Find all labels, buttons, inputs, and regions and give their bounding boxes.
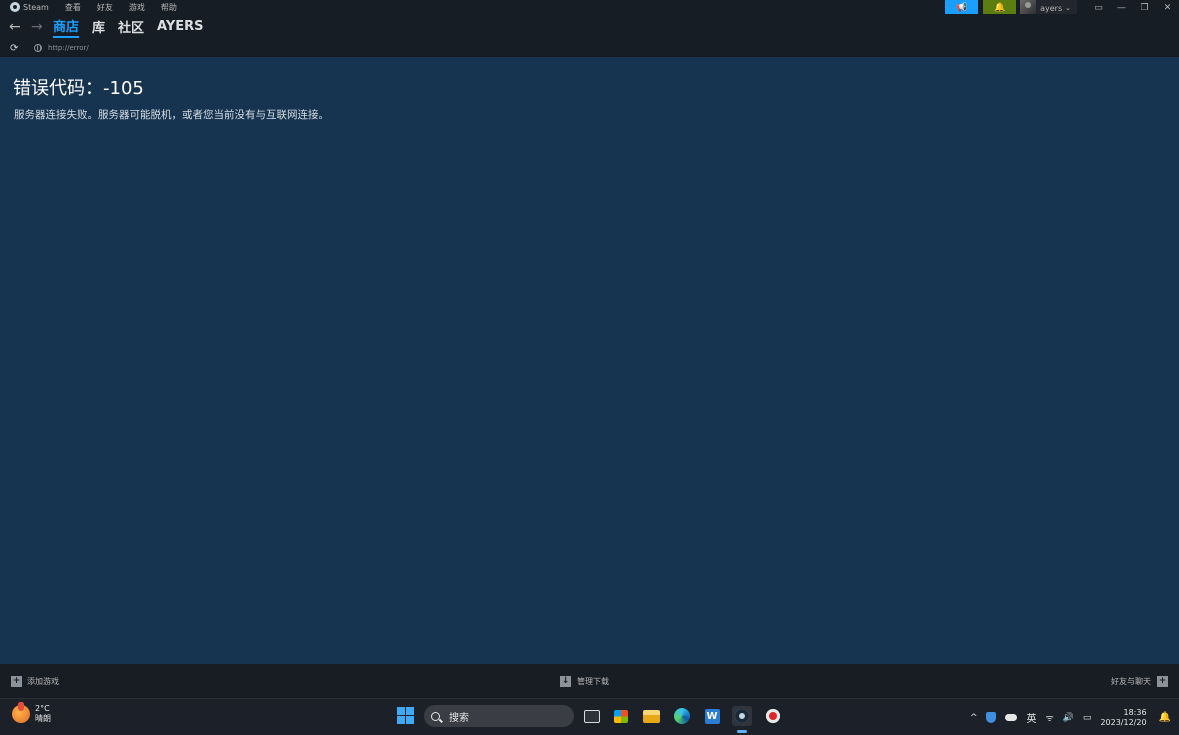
taskbar-search[interactable]: 搜索 <box>424 705 574 727</box>
windows-logo-icon <box>397 707 405 715</box>
steam-bottom-bar: + 添加游戏 ↓ 管理下载 好友与聊天 + <box>0 664 1179 698</box>
back-arrow-icon[interactable]: ← <box>9 19 23 35</box>
chevron-up-icon[interactable]: ^ <box>970 713 978 723</box>
plus-icon: + <box>11 676 22 687</box>
tab-profile[interactable]: AYERS <box>157 19 203 35</box>
close-button[interactable]: ✕ <box>1156 1 1179 15</box>
nav-tabs: 商店 库 社区 AYERS <box>53 16 217 38</box>
edge-browser-icon[interactable] <box>672 706 692 726</box>
microsoft-store-icon[interactable] <box>611 706 631 726</box>
file-explorer-icon[interactable] <box>641 706 661 726</box>
start-button[interactable] <box>397 707 414 724</box>
wifi-icon[interactable]: ᯤ <box>1045 711 1053 724</box>
ime-indicator[interactable]: 英 <box>1026 710 1036 725</box>
menu-items: 查看 好友 游戏 帮助 <box>65 2 177 13</box>
navigation-bar: ← → 商店 库 社区 AYERS <box>0 14 1179 40</box>
error-page: 错误代码：-105 服务器连接失败。服务器可能脱机，或者您当前没有与互联网连接。 <box>0 57 1179 664</box>
minimize-icon: — <box>1117 3 1126 13</box>
task-view-icon[interactable] <box>582 706 602 726</box>
weather-temp: 2°C <box>35 704 51 714</box>
screen-record-icon[interactable] <box>763 706 783 726</box>
manage-downloads-button[interactable]: ↓ 管理下载 <box>560 676 609 687</box>
steam-menu[interactable]: Steam <box>10 2 49 12</box>
globe-icon <box>34 44 42 52</box>
weather-icon <box>12 705 30 723</box>
steam-menu-label: Steam <box>23 3 49 12</box>
defender-icon[interactable] <box>986 712 996 723</box>
minimize-button[interactable]: — <box>1110 1 1133 15</box>
download-icon: ↓ <box>560 676 571 687</box>
weather-desc: 晴朗 <box>35 714 51 724</box>
steam-logo-icon <box>10 2 20 12</box>
volume-icon[interactable]: 🔊 <box>1063 713 1074 723</box>
monitor-icon: ▭ <box>1094 3 1103 13</box>
weather-text: 2°C 晴朗 <box>35 704 51 724</box>
system-tray: ^ 英 ᯤ 🔊 ▭ 18:36 2023/12/20 🔔 <box>970 699 1179 735</box>
chevron-down-icon: ⌄ <box>1065 4 1071 12</box>
error-description: 服务器连接失败。服务器可能脱机，或者您当前没有与互联网连接。 <box>14 107 329 122</box>
maximize-button[interactable]: ❐ <box>1133 1 1156 15</box>
notification-bell-icon[interactable]: 🔔 <box>1159 712 1171 723</box>
friends-chat-label: 好友与聊天 <box>1111 676 1151 687</box>
add-game-label: 添加游戏 <box>27 676 59 687</box>
add-game-button[interactable]: + 添加游戏 <box>11 676 59 687</box>
tab-community[interactable]: 社区 <box>118 17 144 37</box>
tab-library[interactable]: 库 <box>92 17 105 37</box>
clock[interactable]: 18:36 2023/12/20 <box>1100 708 1146 728</box>
bell-icon: 🔔 <box>994 3 1005 13</box>
big-picture-button[interactable]: ▭ <box>1087 1 1110 15</box>
menu-item-help[interactable]: 帮助 <box>161 2 177 13</box>
friends-icon: + <box>1157 676 1168 687</box>
clock-date: 2023/12/20 <box>1100 718 1146 728</box>
error-title: 错误代码：-105 <box>13 74 144 100</box>
battery-icon[interactable]: ▭ <box>1083 713 1092 723</box>
maximize-icon: ❐ <box>1140 3 1148 13</box>
forward-arrow-icon[interactable]: → <box>31 19 45 35</box>
search-icon <box>431 712 440 721</box>
menu-item-friends[interactable]: 好友 <box>97 2 113 13</box>
menu-item-view[interactable]: 查看 <box>65 2 81 13</box>
close-icon: ✕ <box>1164 3 1172 13</box>
search-label: 搜索 <box>449 709 469 724</box>
active-app-indicator <box>737 730 747 733</box>
reload-icon[interactable]: ⟳ <box>10 43 22 54</box>
account-name: ayers <box>1040 4 1062 13</box>
url-bar: ⟳ http://error/ <box>0 40 1179 56</box>
weather-widget[interactable]: 2°C 晴朗 <box>12 704 51 724</box>
onedrive-cloud-icon[interactable] <box>1005 714 1017 721</box>
steam-taskbar-icon[interactable] <box>732 706 752 726</box>
url-text[interactable]: http://error/ <box>48 44 89 52</box>
manage-downloads-label: 管理下载 <box>577 676 609 687</box>
clock-time: 18:36 <box>1123 708 1146 718</box>
menu-item-games[interactable]: 游戏 <box>129 2 145 13</box>
friends-chat-button[interactable]: 好友与聊天 + <box>1111 676 1168 687</box>
windows-taskbar: 2°C 晴朗 搜索 ^ 英 ᯤ 🔊 ▭ 18:36 2023/12/20 🔔 <box>0 698 1179 735</box>
tab-store[interactable]: 商店 <box>53 16 79 38</box>
word-icon[interactable] <box>702 706 722 726</box>
megaphone-icon: 📢 <box>956 3 967 13</box>
